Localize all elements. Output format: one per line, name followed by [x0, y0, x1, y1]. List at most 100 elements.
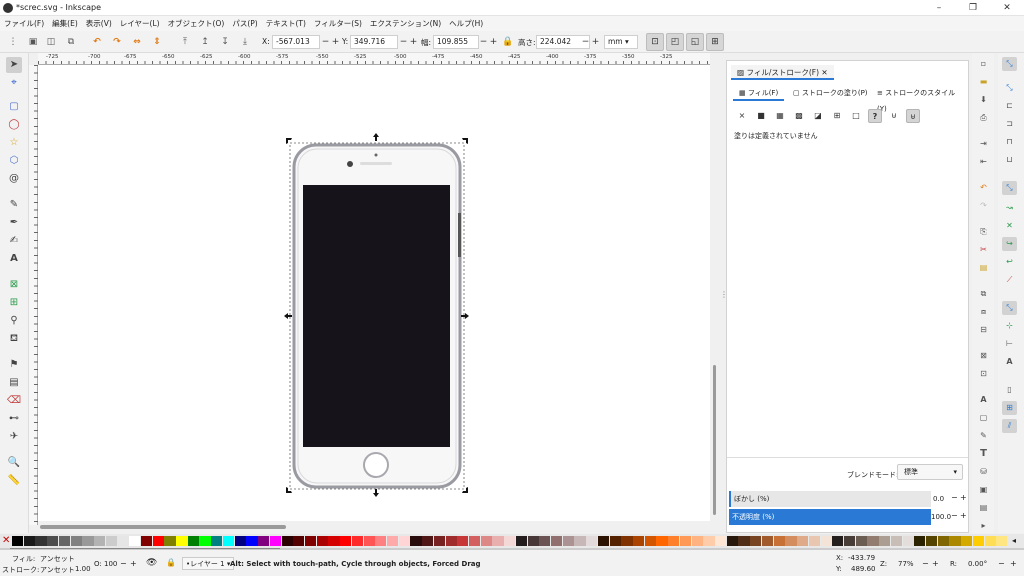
- calligraphy-tool-icon[interactable]: ✍: [6, 233, 22, 249]
- color-swatch[interactable]: [176, 536, 188, 546]
- color-swatch[interactable]: [340, 536, 352, 546]
- snap-bbox-corner-icon[interactable]: ⊐: [1002, 117, 1017, 131]
- close-tab-icon[interactable]: ✕: [821, 68, 827, 77]
- snap-cusp-icon[interactable]: ↪: [1002, 237, 1017, 251]
- lower-bottom-icon[interactable]: ⤓: [238, 35, 252, 49]
- no-color-swatch-icon[interactable]: ✕: [2, 535, 10, 547]
- lower-icon[interactable]: ↧: [218, 35, 232, 49]
- snap-nodes-icon[interactable]: ⤡: [1002, 181, 1017, 195]
- color-swatch[interactable]: [258, 536, 270, 546]
- move-gradients-button[interactable]: ◱: [686, 33, 704, 51]
- status-opacity-field[interactable]: 100: [104, 560, 117, 568]
- color-swatch[interactable]: [246, 536, 258, 546]
- snap-line-mid-icon[interactable]: ⟋: [1002, 273, 1017, 287]
- opacity-value[interactable]: 100.0: [931, 513, 951, 521]
- fill-rule-nonzero-button[interactable]: ⊎: [906, 109, 920, 123]
- color-swatch[interactable]: [129, 536, 141, 546]
- zoom-tool-icon[interactable]: 🔍: [6, 455, 22, 471]
- group-icon[interactable]: ⊠: [976, 349, 991, 363]
- selector-tool-icon[interactable]: ➤: [6, 57, 22, 73]
- linear-gradient-button[interactable]: ▦: [773, 109, 787, 123]
- color-swatch[interactable]: [726, 536, 738, 546]
- unlink-clone-icon[interactable]: ⊟: [976, 323, 991, 337]
- node-tool-icon[interactable]: ⌖: [6, 75, 22, 91]
- drawing-canvas[interactable]: [38, 65, 710, 521]
- color-swatch[interactable]: [797, 536, 809, 546]
- color-swatch[interactable]: [890, 536, 903, 546]
- ruler-tool-icon[interactable]: 📏: [6, 473, 22, 489]
- import-icon[interactable]: ⇥: [976, 137, 991, 151]
- y-increment-button[interactable]: +: [409, 35, 418, 49]
- blur-value[interactable]: 0.0: [933, 495, 944, 503]
- raise-icon[interactable]: ↥: [198, 35, 212, 49]
- color-swatch[interactable]: [925, 536, 938, 546]
- tab-stroke-paint[interactable]: ▢ ストロークの塗り(P): [787, 85, 874, 101]
- y-field[interactable]: 349.716: [350, 35, 398, 49]
- close-button[interactable]: ✕: [990, 0, 1024, 16]
- select-all-icon[interactable]: ⋮: [6, 35, 20, 49]
- color-swatch[interactable]: [808, 536, 820, 546]
- color-swatch[interactable]: [843, 536, 856, 546]
- color-swatch[interactable]: [551, 536, 563, 546]
- snap-smooth-icon[interactable]: ↩: [1002, 255, 1017, 269]
- swatch-button[interactable]: □: [849, 109, 863, 123]
- 3d-box-tool-icon[interactable]: ⬡: [6, 153, 22, 169]
- snap-object-center-icon[interactable]: ⊹: [1002, 319, 1017, 333]
- color-swatch[interactable]: [316, 536, 328, 546]
- snap-rotation-center-icon[interactable]: ⊢: [1002, 337, 1017, 351]
- color-swatch[interactable]: [140, 536, 153, 546]
- color-swatch[interactable]: [586, 536, 598, 546]
- color-swatch[interactable]: [94, 536, 106, 546]
- color-swatch[interactable]: [23, 536, 35, 546]
- status-stroke-width[interactable]: 1.00: [75, 565, 91, 573]
- color-swatch[interactable]: [211, 536, 223, 546]
- eye-icon[interactable]: 👁: [146, 558, 157, 568]
- spray-tool-icon[interactable]: ⊠: [6, 277, 22, 293]
- copy-icon[interactable]: ⎘: [976, 225, 991, 239]
- move-patterns-button[interactable]: ⊞: [706, 33, 724, 51]
- scale-stroke-button[interactable]: ⊡: [646, 33, 664, 51]
- color-swatch[interactable]: [972, 536, 985, 546]
- paste-icon[interactable]: ▤: [976, 261, 991, 275]
- color-swatch[interactable]: [539, 536, 551, 546]
- color-swatch[interactable]: [761, 536, 774, 546]
- x-increment-button[interactable]: +: [331, 35, 340, 49]
- color-swatch[interactable]: [961, 536, 973, 546]
- color-swatch[interactable]: [597, 536, 610, 546]
- color-swatch[interactable]: [164, 536, 176, 546]
- snap-path-icon[interactable]: ↝: [1002, 201, 1017, 215]
- layers-icon[interactable]: ▢: [976, 411, 991, 425]
- pencil-tool-icon[interactable]: ✎: [6, 197, 22, 213]
- status-opacity-increment-button[interactable]: +: [130, 559, 137, 568]
- zoom-increment-button[interactable]: +: [932, 559, 939, 568]
- color-swatch[interactable]: [480, 536, 492, 546]
- circle-tool-icon[interactable]: ◯: [6, 117, 22, 133]
- menu-path[interactable]: パス(P): [228, 16, 261, 31]
- color-swatch[interactable]: [879, 536, 891, 546]
- document-properties-icon[interactable]: ▤: [976, 501, 991, 515]
- menu-view[interactable]: 表示(V): [82, 16, 116, 31]
- horizontal-scroll-thumb[interactable]: [40, 525, 286, 529]
- x-decrement-button[interactable]: −: [321, 35, 330, 49]
- color-swatch[interactable]: [996, 536, 1008, 546]
- minimize-button[interactable]: –: [922, 0, 956, 16]
- snap-text-baseline-icon[interactable]: A: [1002, 355, 1017, 369]
- color-swatch[interactable]: [58, 536, 71, 546]
- color-swatch[interactable]: [949, 536, 961, 546]
- horizontal-scrollbar[interactable]: [38, 521, 710, 533]
- height-increment-button[interactable]: +: [591, 35, 600, 49]
- color-swatch[interactable]: [750, 536, 762, 546]
- x-field[interactable]: -567.013: [272, 35, 320, 49]
- menu-file[interactable]: ファイル(F): [0, 16, 48, 31]
- color-swatch[interactable]: [82, 536, 94, 546]
- menu-edit[interactable]: 編集(E): [48, 16, 82, 31]
- color-swatch[interactable]: [679, 536, 692, 546]
- menu-layer[interactable]: レイヤー(L): [116, 16, 164, 31]
- color-swatch[interactable]: [668, 536, 680, 546]
- width-increment-button[interactable]: +: [489, 35, 498, 49]
- color-swatch[interactable]: [621, 536, 633, 546]
- color-swatch[interactable]: [199, 536, 211, 546]
- dropper-tool-icon[interactable]: ⚲: [6, 313, 22, 329]
- color-swatch[interactable]: [937, 536, 949, 546]
- snap-page-border-icon[interactable]: ▯: [1002, 383, 1017, 397]
